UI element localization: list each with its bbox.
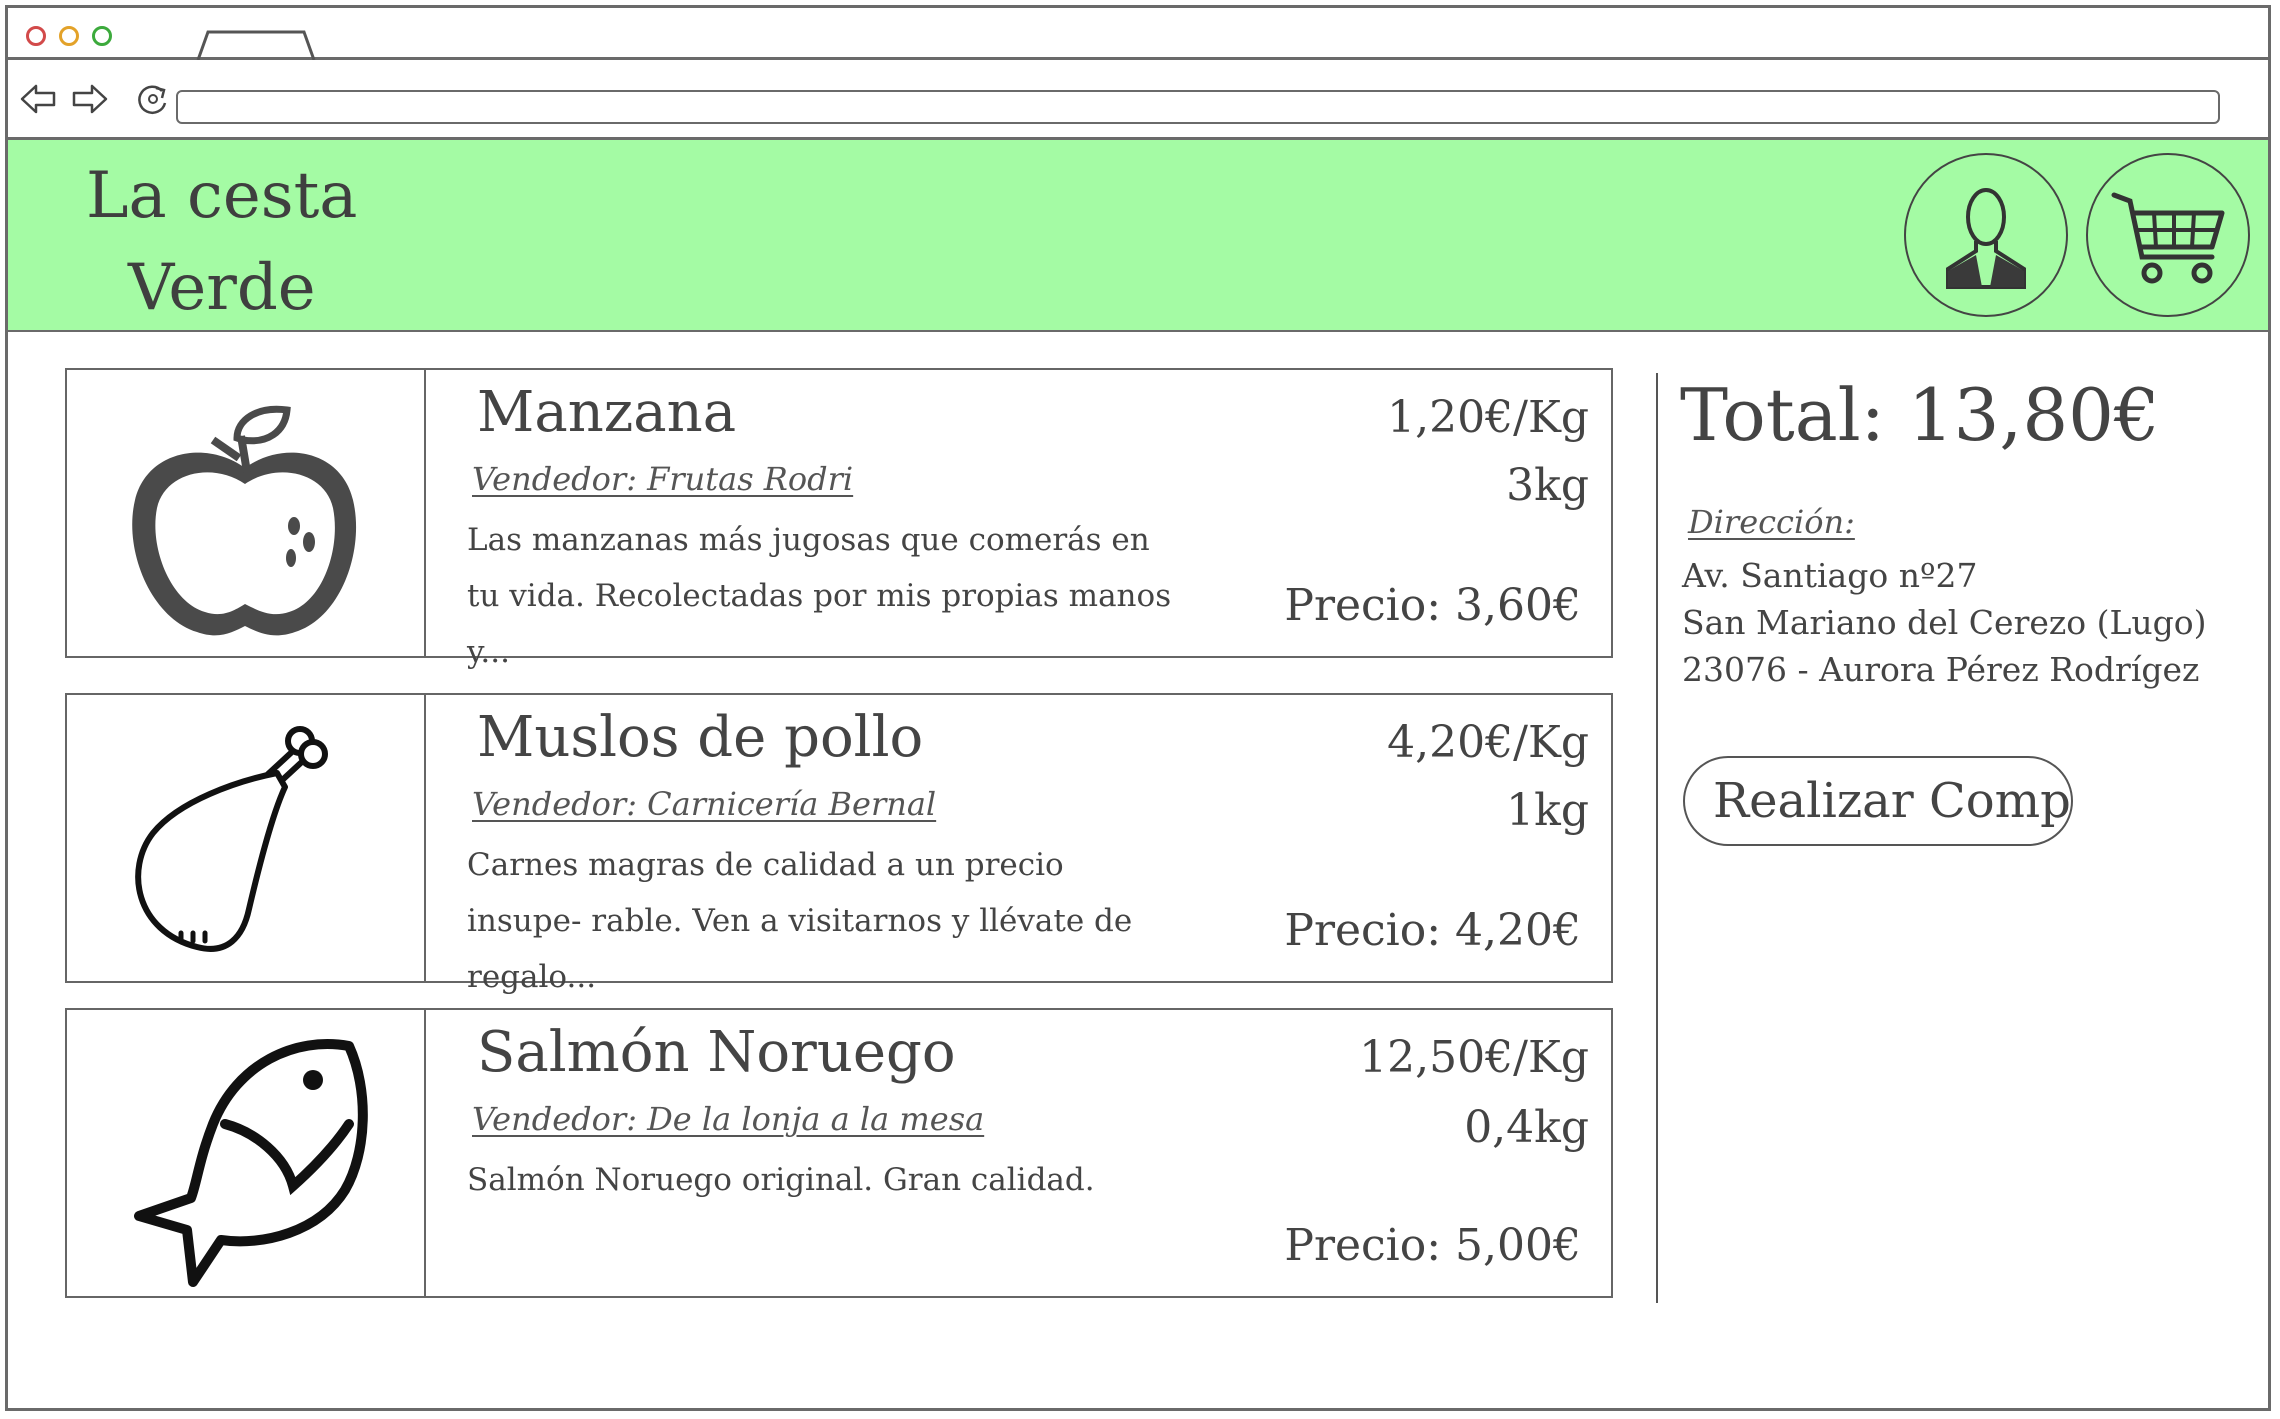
- shopping-cart-icon: [2111, 192, 2225, 284]
- user-avatar-icon: [1946, 188, 2026, 289]
- product-card[interactable]: Salmón Noruego Vendedor: De la lonja a l…: [65, 1008, 1613, 1298]
- profile-button[interactable]: [1904, 153, 2068, 317]
- product-price: Precio: 3,60€: [1284, 580, 1581, 631]
- browser-navbar: [8, 60, 2268, 140]
- product-name[interactable]: Muslos de pollo: [477, 705, 923, 770]
- address-line: Av. Santiago nº27: [1682, 556, 1978, 595]
- quantity: 0,4kg: [1464, 1102, 1589, 1153]
- close-window-button[interactable]: [26, 26, 46, 46]
- product-card[interactable]: Manzana Vendedor: Frutas Rodri Las manza…: [65, 368, 1613, 670]
- product-description: Salmón Noruego original. Gran calidad.: [467, 1162, 1095, 1198]
- forward-arrow-icon[interactable]: [70, 82, 110, 116]
- quantity: 1kg: [1506, 785, 1589, 836]
- address-line: San Mariano del Cerezo (Lugo): [1682, 603, 2207, 642]
- unit-price: 12,50€/Kg: [1359, 1032, 1589, 1083]
- product-description: Las manzanas más jugosas que comerás en …: [467, 522, 1172, 670]
- card-divider: [424, 1010, 426, 1296]
- product-description: Carnes magras de calidad a un precio ins…: [467, 847, 1133, 995]
- browser-tab[interactable]: [196, 30, 316, 60]
- back-arrow-icon[interactable]: [18, 82, 58, 116]
- chicken-leg-icon: [135, 726, 328, 952]
- product-price: Precio: 5,00€: [1284, 1220, 1581, 1271]
- minimize-window-button[interactable]: [59, 26, 79, 46]
- site-logo[interactable]: La cesta Verde: [86, 150, 386, 334]
- unit-price: 4,20€/Kg: [1387, 717, 1589, 768]
- card-divider: [424, 695, 426, 981]
- vendor-link[interactable]: Vendedor: Frutas Rodri: [472, 460, 853, 498]
- fish-icon: [134, 1039, 368, 1287]
- unit-price: 1,20€/Kg: [1387, 392, 1589, 443]
- browser-titlebar: [8, 8, 2268, 60]
- checkout-button[interactable]: Realizar Compra: [1683, 756, 2073, 846]
- product-name[interactable]: Salmón Noruego: [477, 1020, 956, 1085]
- quantity: 3kg: [1506, 460, 1589, 511]
- vendor-link[interactable]: Vendedor: Carnicería Bernal: [472, 785, 936, 823]
- cart-button[interactable]: [2086, 153, 2250, 317]
- card-divider: [424, 370, 426, 656]
- product-card[interactable]: Muslos de pollo Vendedor: Carnicería Ber…: [65, 693, 1613, 995]
- url-input[interactable]: [176, 90, 2220, 124]
- maximize-window-button[interactable]: [92, 26, 112, 46]
- order-total: Total: 13,80€: [1680, 373, 2160, 457]
- logo-line-2: Verde: [128, 251, 316, 325]
- summary-divider: [1656, 373, 1658, 1303]
- browser-window: La cesta Verde Manzana Vendedor: Frutas …: [5, 5, 2271, 1411]
- product-name[interactable]: Manzana: [477, 380, 736, 445]
- site-header: La cesta Verde: [8, 140, 2268, 332]
- product-price: Precio: 4,20€: [1284, 905, 1581, 956]
- logo-line-1: La cesta: [86, 159, 358, 233]
- apple-icon: [132, 405, 357, 636]
- vendor-link[interactable]: Vendedor: De la lonja a la mesa: [472, 1100, 984, 1138]
- reload-icon[interactable]: [134, 82, 174, 116]
- address-label[interactable]: Dirección:: [1688, 503, 1855, 541]
- address-line: 23076 - Aurora Pérez Rodrígez: [1682, 650, 2200, 689]
